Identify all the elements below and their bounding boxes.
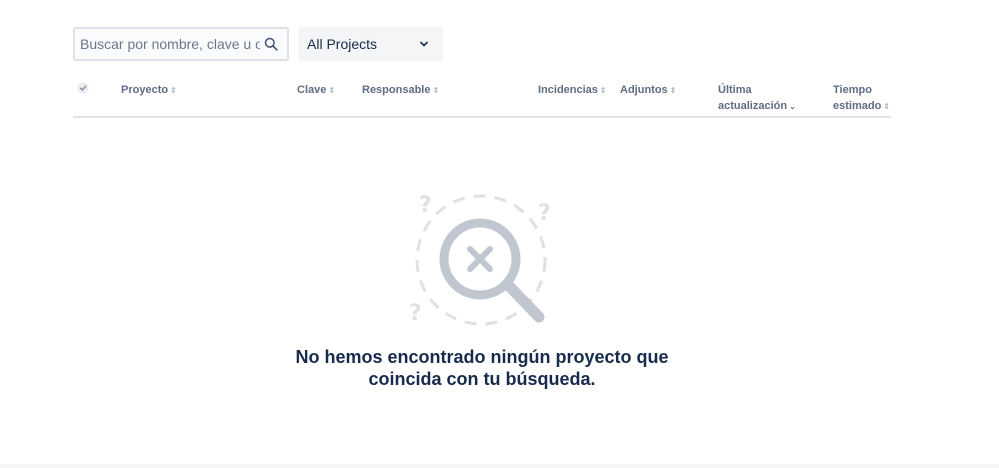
- column-header-adjuntos[interactable]: Adjuntos ⇕: [620, 82, 676, 99]
- sort-icon: ⇕: [669, 86, 677, 95]
- sort-icon: ⇕: [170, 86, 177, 95]
- sort-icon: ⇕: [328, 86, 336, 95]
- magnifier-no-results-icon: ? ? ?: [409, 193, 551, 326]
- sort-desc-icon: ⌄: [789, 102, 796, 111]
- projects-page: All Projects Proyecto⇕ Clave⇕ Responsabl…: [0, 0, 999, 468]
- search-input[interactable]: [80, 36, 260, 52]
- empty-state-line-2: coincida con tu búsqueda.: [368, 369, 596, 389]
- empty-state-message: No hemos encontrado ningún proyecto que …: [0, 346, 964, 390]
- column-header-ultima-actualizacion[interactable]: Última actualización ⌄: [718, 82, 796, 115]
- sort-icon: ⇕: [599, 86, 607, 95]
- column-header-tiempo-estimado[interactable]: Tiempo estimado ⇕: [833, 82, 890, 115]
- column-header-responsable[interactable]: Responsable ⇕: [362, 82, 439, 99]
- table-header: Proyecto ⇕ Clave ⇕ Responsable ⇕ Incidencia…: [73, 78, 891, 118]
- search-field[interactable]: [73, 27, 289, 61]
- search-icon[interactable]: [264, 37, 278, 51]
- column-header-proyecto[interactable]: Proyecto ⇕: [121, 82, 177, 99]
- svg-text:?: ?: [419, 193, 432, 218]
- svg-text:?: ?: [409, 301, 422, 326]
- project-filter-select[interactable]: All Projects: [298, 27, 443, 61]
- chevron-down-icon: [420, 41, 428, 47]
- check-circle-icon[interactable]: [77, 82, 89, 94]
- svg-text:?: ?: [538, 201, 551, 226]
- sort-icon: ⇕: [883, 102, 890, 111]
- empty-state-line-1: No hemos encontrado ningún proyecto que: [295, 347, 669, 367]
- bottom-divider: [0, 464, 999, 468]
- column-header-clave[interactable]: Clave ⇕: [297, 82, 335, 99]
- sort-icon: ⇕: [432, 86, 440, 95]
- column-header-incidencias[interactable]: Incidencias ⇕: [538, 82, 607, 99]
- project-filter-value: All Projects: [307, 36, 378, 52]
